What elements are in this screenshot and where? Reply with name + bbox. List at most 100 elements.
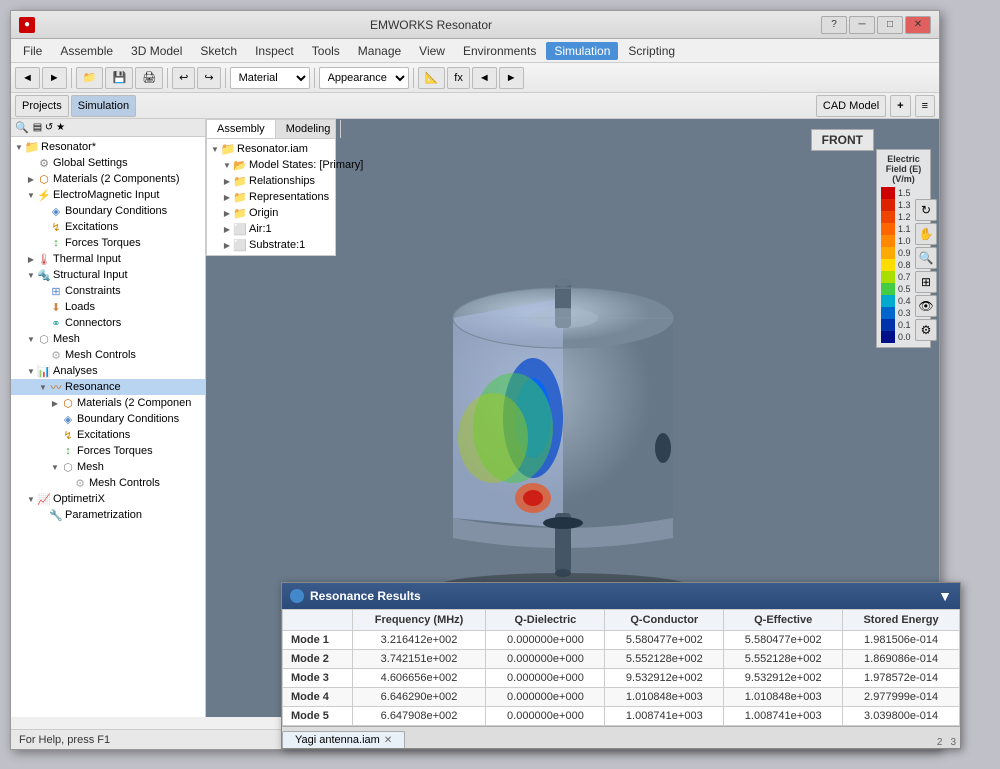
tree-item-mesh[interactable]: ▼ ⬡ Mesh — [11, 331, 205, 347]
tb-back[interactable]: ◄ — [15, 67, 40, 89]
vp-pan[interactable]: ✋ — [915, 223, 937, 245]
tree-toggle-root: ▼ — [13, 141, 25, 153]
qdiel-2: 0.000000e+000 — [486, 650, 605, 669]
qeff-5: 1.008741e+003 — [724, 707, 843, 726]
menu-bar: File Assemble 3D Model Sketch Inspect To… — [11, 39, 939, 63]
tree-root-resonator[interactable]: ▼ 📁 Resonator* — [11, 139, 205, 155]
tb-forward[interactable]: ► — [42, 67, 67, 89]
results-collapse[interactable]: ▼ — [938, 588, 952, 604]
table-row: Mode 4 6.646290e+002 0.000000e+000 1.010… — [283, 688, 960, 707]
tree-item-mesh-ctrl2[interactable]: ⚙ Mesh Controls — [11, 475, 205, 491]
tb-open[interactable]: 📁 — [76, 67, 104, 89]
tb-print[interactable]: 🖨 — [135, 67, 163, 89]
tree-item-mat2[interactable]: ▶ ⬡ Materials (2 Componen — [11, 395, 205, 411]
tb-measure[interactable]: 📐 — [418, 67, 446, 89]
tb-arrow-left[interactable]: ◄ — [472, 67, 497, 89]
col-header-qeff: Q-Effective — [724, 610, 843, 631]
menu-view[interactable]: View — [411, 42, 453, 60]
tree-item-param[interactable]: 🔧 Parametrization — [11, 507, 205, 523]
tree-item-mesh2[interactable]: ▼ ⬡ Mesh — [11, 459, 205, 475]
menu-scripting[interactable]: Scripting — [620, 42, 683, 60]
close-button[interactable]: ✕ — [905, 16, 931, 34]
table-row: Mode 2 3.742151e+002 0.000000e+000 5.552… — [283, 650, 960, 669]
tree-item-forces[interactable]: ↕ Forces Torques — [11, 235, 205, 251]
tree-item-resonance[interactable]: ▼ 〰 Resonance — [11, 379, 205, 395]
menu-assemble[interactable]: Assemble — [52, 42, 121, 60]
col-header-qcond: Q-Conductor — [605, 610, 724, 631]
material-combo[interactable]: Material — [230, 67, 310, 89]
menu-inspect[interactable]: Inspect — [247, 42, 302, 60]
tree-item-global-settings[interactable]: ⚙ Global Settings — [11, 155, 205, 171]
tree-icon-param: 🔧 — [49, 508, 63, 522]
tb-arrow-right[interactable]: ► — [499, 67, 524, 89]
tree-icon-root: 📁 — [25, 140, 39, 154]
bottom-tab-label: Yagi antenna.iam — [295, 734, 380, 746]
menu-simulation[interactable]: Simulation — [546, 42, 618, 60]
tab-simulation[interactable]: Simulation — [71, 95, 136, 117]
app-icon: ● — [19, 17, 35, 33]
tree-icon-bc: ◈ — [49, 204, 63, 218]
legend-val-9: 0.4 — [898, 296, 911, 306]
tab-projects[interactable]: Projects — [15, 95, 69, 117]
mode-5: Mode 5 — [283, 707, 353, 726]
legend-val-3: 1.1 — [898, 224, 911, 234]
bottom-tab-close[interactable]: ✕ — [384, 735, 392, 746]
tree-item-connectors[interactable]: ⚭ Connectors — [11, 315, 205, 331]
vp-zoom[interactable]: 🔍 — [915, 247, 937, 269]
results-panel: Resonance Results ▼ Frequency (MHz) Q-Di… — [281, 582, 961, 749]
tree-item-excit[interactable]: ↯ Excitations — [11, 219, 205, 235]
tree-item-constraints[interactable]: ⊞ Constraints — [11, 283, 205, 299]
tb-save[interactable]: 💾 — [105, 67, 133, 89]
vp-view[interactable]: 👁 — [915, 295, 937, 317]
legend-val-7: 0.7 — [898, 272, 911, 282]
freq-1: 3.216412e+002 — [352, 631, 486, 650]
toolbar-2: Projects Simulation CAD Model + ≡ — [11, 93, 939, 119]
tree-item-forces2[interactable]: ↕ Forces Torques — [11, 443, 205, 459]
tree-label-excit2: Excitations — [77, 429, 130, 441]
tree-item-analyses[interactable]: ▼ 📊 Analyses — [11, 363, 205, 379]
menu-environments[interactable]: Environments — [455, 42, 544, 60]
restore-button[interactable]: □ — [877, 16, 903, 34]
vp-settings[interactable]: ⚙ — [915, 319, 937, 341]
bottom-tab-yagi[interactable]: Yagi antenna.iam ✕ — [282, 731, 405, 748]
mode-2: Mode 2 — [283, 650, 353, 669]
menu-tools[interactable]: Tools — [304, 42, 348, 60]
minimize-button[interactable]: ─ — [849, 16, 875, 34]
legend-val-6: 0.8 — [898, 260, 911, 270]
tree-item-em[interactable]: ▼ ⚡ ElectroMagnetic Input — [11, 187, 205, 203]
table-row: Mode 5 6.647908e+002 0.000000e+000 1.008… — [283, 707, 960, 726]
tb-menu[interactable]: ≡ — [915, 95, 935, 117]
menu-file[interactable]: File — [15, 42, 50, 60]
tree-item-structural[interactable]: ▼ 🔩 Structural Input — [11, 267, 205, 283]
tb-formula[interactable]: fx — [447, 67, 470, 89]
tb-plus[interactable]: + — [890, 95, 910, 117]
menu-3dmodel[interactable]: 3D Model — [123, 42, 190, 60]
sim-panel-search-icon: 🔍 — [15, 121, 29, 134]
tb-undo[interactable]: ↩ — [172, 67, 195, 89]
qcond-3: 9.532912e+002 — [605, 669, 724, 688]
menu-sketch[interactable]: Sketch — [192, 42, 245, 60]
tree-item-mesh-ctrl[interactable]: ⚙ Mesh Controls — [11, 347, 205, 363]
tree-item-optimetrix[interactable]: ▼ 📈 OptimetriX — [11, 491, 205, 507]
tree-icon-bc2: ◈ — [61, 412, 75, 426]
tree-item-bc[interactable]: ◈ Boundary Conditions — [11, 203, 205, 219]
tree-icon-excit2: ↯ — [61, 428, 75, 442]
tree-icon-constraints: ⊞ — [49, 284, 63, 298]
appearance-combo[interactable]: Appearance — [319, 67, 409, 89]
help-button[interactable]: ? — [821, 16, 847, 34]
toolbar-1: ◄ ► 📁 💾 🖨 ↩ ↪ Material Appearance 📐 fx ◄… — [11, 63, 939, 93]
tree-icon-connectors: ⚭ — [49, 316, 63, 330]
tb-redo[interactable]: ↪ — [197, 67, 220, 89]
menu-manage[interactable]: Manage — [350, 42, 409, 60]
tree-item-excit2[interactable]: ↯ Excitations — [11, 427, 205, 443]
qeff-4: 1.010848e+003 — [724, 688, 843, 707]
vp-rotate[interactable]: ↻ — [915, 199, 937, 221]
page-num-2: 2 — [937, 737, 943, 748]
tree-item-bc2[interactable]: ◈ Boundary Conditions — [11, 411, 205, 427]
tree-icon-em: ⚡ — [37, 188, 51, 202]
tree-item-loads[interactable]: ⬇ Loads — [11, 299, 205, 315]
tree-item-materials[interactable]: ▶ ⬡ Materials (2 Components) — [11, 171, 205, 187]
tree-item-thermal[interactable]: ▶ 🌡 Thermal Input — [11, 251, 205, 267]
tab-cad-model[interactable]: CAD Model — [816, 95, 886, 117]
vp-fit[interactable]: ⊞ — [915, 271, 937, 293]
